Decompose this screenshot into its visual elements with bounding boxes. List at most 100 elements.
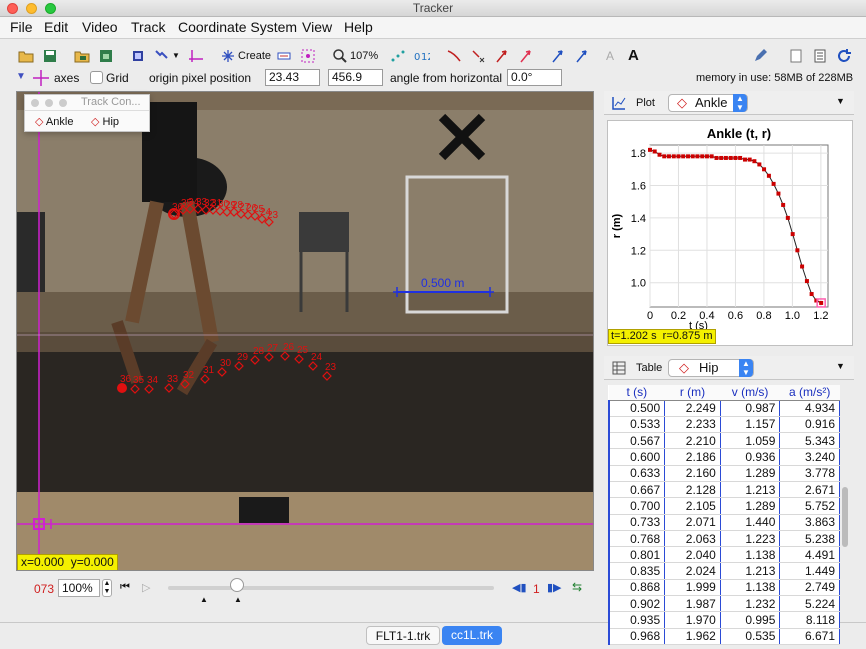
ankle-marker[interactable]	[164, 383, 174, 393]
data-point[interactable]	[704, 154, 709, 159]
play-icon[interactable]: ▷	[142, 581, 150, 594]
hip-track-button[interactable]: ◇ Hip	[91, 115, 119, 128]
table-cell[interactable]: 4.934	[779, 400, 840, 417]
table-row[interactable]: 0.667 2.128 1.213 2.671	[608, 481, 840, 499]
ankle-marker[interactable]	[144, 384, 154, 394]
zoom-stepper[interactable]: ▲ ▼	[102, 579, 112, 597]
table-cell[interactable]: 0.987	[720, 400, 781, 417]
trails-icon[interactable]	[390, 48, 406, 64]
axes-icon[interactable]	[32, 69, 50, 87]
ankle-marker[interactable]	[308, 361, 318, 371]
force-vector-icon[interactable]	[574, 48, 590, 64]
table-cell[interactable]: 6.671	[779, 628, 840, 645]
table-collapse-icon[interactable]: ▼	[836, 361, 845, 371]
open-folder-icon[interactable]	[18, 48, 34, 64]
table-row[interactable]: 0.968 1.962 0.535 6.671	[608, 628, 840, 645]
ankle-chart[interactable]: Ankle (t, r)0 0.2 0.4 0.6 0.8 1.0 1.21.81.61.4…	[608, 121, 852, 345]
track-control-zoom[interactable]	[59, 99, 67, 107]
track-control-minimize[interactable]	[45, 99, 53, 107]
table-row[interactable]: 0.600 2.186 0.936 3.240	[608, 448, 840, 466]
ankle-marker[interactable]	[217, 367, 227, 377]
step-back-icon[interactable]: ◀▮	[512, 581, 527, 594]
table-row[interactable]: 0.868 1.999 1.138 2.749	[608, 579, 840, 597]
track-control-titlebar[interactable]: Track Con...	[25, 95, 149, 111]
data-point[interactable]	[766, 173, 771, 178]
data-point[interactable]	[800, 264, 805, 269]
table-cell[interactable]: 1.449	[779, 562, 840, 580]
data-point[interactable]	[686, 154, 691, 159]
close-window-button[interactable]	[7, 3, 18, 14]
clip-settings-icon[interactable]	[130, 48, 146, 64]
table-cell[interactable]: 0.533	[608, 416, 666, 434]
table-row[interactable]: 0.801 2.040 1.138 4.491	[608, 546, 840, 564]
table-cell[interactable]: 1.059	[720, 432, 781, 450]
table-cell[interactable]: 0.801	[608, 546, 666, 564]
table-cell[interactable]: 0.902	[608, 595, 666, 613]
table-cell[interactable]: 1.440	[720, 514, 781, 531]
table-cell[interactable]: 0.500	[608, 400, 666, 417]
table-cell[interactable]: 2.071	[664, 514, 721, 531]
data-point[interactable]	[671, 154, 676, 159]
data-point[interactable]	[714, 155, 719, 160]
table-cell[interactable]: 0.633	[608, 465, 666, 482]
coordinate-axes-icon[interactable]	[188, 48, 204, 64]
column-header-v[interactable]: v (m/s)	[720, 385, 780, 401]
plot-track-dropdown[interactable]: ◇ Ankle ▲ ▼	[668, 94, 748, 112]
loop-icon[interactable]: ⇆	[572, 580, 582, 594]
ankle-marker[interactable]	[130, 384, 140, 394]
position-icon[interactable]	[470, 48, 486, 64]
ankle-marker[interactable]	[294, 354, 304, 364]
data-point[interactable]	[809, 292, 814, 297]
table-cell[interactable]: 0.935	[608, 611, 666, 629]
table-cell[interactable]: 0.768	[608, 530, 666, 548]
table-cell[interactable]: 1.213	[720, 562, 781, 580]
table-cell[interactable]: 0.567	[608, 432, 666, 450]
calibration-dropdown-arrow[interactable]: ▼	[172, 46, 180, 66]
table-cell[interactable]: 2.128	[664, 481, 721, 499]
properties-icon[interactable]	[812, 48, 828, 64]
data-point[interactable]	[709, 154, 714, 159]
table-cell[interactable]: 3.863	[779, 514, 840, 531]
ankle-marker[interactable]	[234, 361, 244, 371]
data-point[interactable]	[733, 155, 738, 160]
calibration-tools-icon[interactable]	[154, 48, 170, 64]
table-track-dropdown[interactable]: ◇ Hip ▲ ▼	[668, 359, 754, 377]
table-row[interactable]: 0.633 2.160 1.289 3.778	[608, 465, 840, 482]
momentum-vector-icon[interactable]	[550, 48, 566, 64]
tab-cc1l[interactable]: cc1L.trk	[442, 626, 502, 645]
data-point[interactable]	[776, 191, 781, 196]
create-button[interactable]: Create	[238, 46, 271, 66]
step-forward-icon[interactable]: ▮▶	[547, 581, 562, 594]
ankle-marker[interactable]	[280, 351, 290, 361]
menu-video[interactable]: Video	[82, 19, 118, 35]
data-point[interactable]	[690, 154, 695, 159]
data-point[interactable]	[676, 154, 681, 159]
data-point[interactable]	[742, 157, 747, 162]
data-point[interactable]	[762, 167, 767, 172]
table-cell[interactable]: 1.213	[720, 481, 781, 499]
table-row[interactable]: 0.533 2.233 1.157 0.916	[608, 416, 840, 434]
table-row[interactable]: 0.567 2.210 1.059 5.343	[608, 432, 840, 450]
table-cell[interactable]: 1.232	[720, 595, 781, 613]
slider-thumb[interactable]	[230, 578, 244, 592]
menu-view[interactable]: View	[302, 19, 332, 35]
zoom-icon[interactable]	[332, 48, 348, 64]
data-point[interactable]	[785, 215, 790, 220]
table-cell[interactable]: 1.999	[664, 579, 721, 597]
table-row[interactable]: 0.733 2.071 1.440 3.863	[608, 514, 840, 531]
table-cell[interactable]: 2.024	[664, 562, 721, 580]
go-to-start-icon[interactable]: ⏮	[120, 581, 130, 594]
menu-file[interactable]: File	[10, 19, 33, 35]
table-cell[interactable]: 1.987	[664, 595, 721, 613]
data-point[interactable]	[781, 202, 786, 207]
angle-field[interactable]: 0.0°	[507, 69, 562, 86]
refresh-icon[interactable]	[836, 48, 852, 64]
ankle-marker[interactable]	[180, 379, 190, 389]
table-cell[interactable]: 3.778	[779, 465, 840, 482]
table-scrollbar[interactable]	[842, 487, 848, 547]
origin-x-field[interactable]: 23.43	[265, 69, 320, 86]
column-header-a[interactable]: a (m/s²)	[779, 385, 840, 401]
plot-collapse-icon[interactable]: ▼	[836, 96, 845, 106]
table-cell[interactable]: 2.749	[779, 579, 840, 597]
data-point[interactable]	[728, 155, 733, 160]
